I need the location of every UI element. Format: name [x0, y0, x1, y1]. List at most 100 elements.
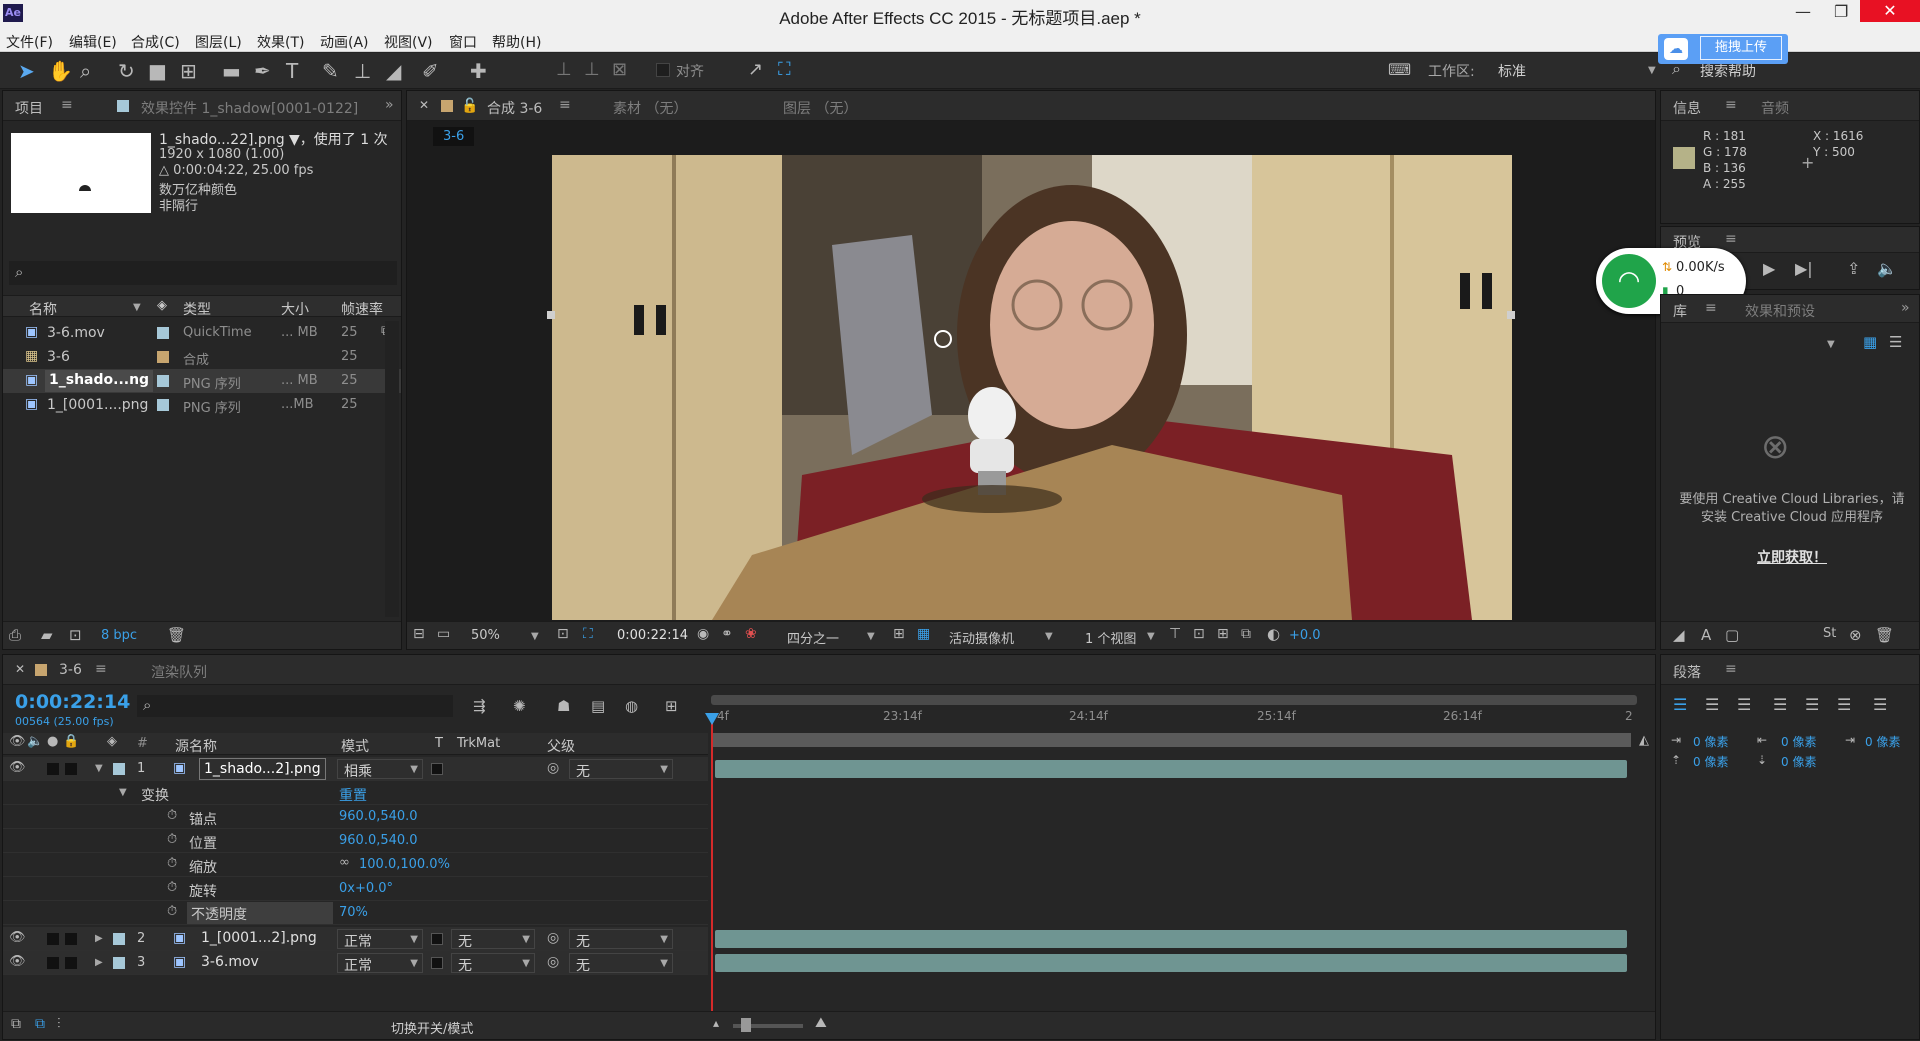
timeline-menu-icon[interactable]: ≡	[95, 661, 107, 677]
monitor-icon[interactable]: ▭	[437, 626, 450, 642]
lock-toggle[interactable]	[65, 763, 77, 775]
label-swatch[interactable]	[157, 375, 169, 387]
layer-switches-icon[interactable]: ⧉	[11, 1016, 21, 1032]
delete-icon[interactable]: 🗑	[1875, 626, 1894, 644]
preserve-transparency-toggle[interactable]	[431, 957, 443, 969]
close-tab-icon[interactable]: ✕	[15, 662, 25, 676]
layer-duration-bar[interactable]	[715, 760, 1627, 778]
menu-animation[interactable]: 动画(A)	[320, 32, 369, 52]
hand-tool-icon[interactable]: ✋	[48, 59, 73, 83]
toggle-pixel-aspect-icon[interactable]: ⊤	[1169, 626, 1181, 642]
blend-mode-select[interactable]: 相乘 ▼	[337, 759, 423, 780]
property-row-scale[interactable]: ⏱ 缩放 ∞ 100.0,100.0%	[3, 853, 708, 877]
zoom-out-icon[interactable]: ▴	[713, 1016, 719, 1030]
property-value[interactable]: 100.0,100.0%	[359, 857, 450, 872]
timeline-search-input[interactable]: ⌕	[137, 695, 453, 717]
show-snapshot-icon[interactable]: ⚭	[721, 626, 733, 642]
blend-mode-select[interactable]: 正常 ▼	[337, 953, 423, 974]
toggle-switches-modes-button[interactable]: 切换开关/模式	[391, 1018, 473, 1037]
menu-edit[interactable]: 编辑(E)	[69, 32, 117, 52]
tab-effects-presets[interactable]: 效果和预设	[1745, 301, 1815, 321]
property-value[interactable]: 960.0,540.0	[339, 809, 418, 824]
loop-icon[interactable]: ⇪	[1847, 259, 1860, 278]
add-text-icon[interactable]: A	[1701, 626, 1711, 644]
zoom-tool-icon[interactable]: ⌕	[80, 59, 91, 83]
grid-view-icon[interactable]: ▦	[1863, 333, 1877, 351]
selection-tool-icon[interactable]: ➤	[18, 59, 35, 83]
preserve-transparency-toggle[interactable]	[431, 763, 443, 775]
workspace-dropdown-icon[interactable]: ▼	[1648, 65, 1656, 76]
add-graphic-icon[interactable]: ▢	[1725, 626, 1739, 644]
rotate-tool-icon[interactable]: ↻	[118, 59, 135, 83]
layer-name[interactable]: 3-6.mov	[201, 954, 259, 970]
clone-stamp-tool-icon[interactable]: ⊥	[354, 59, 371, 83]
stopwatch-icon[interactable]: ⏱	[167, 880, 177, 895]
pan-behind-tool-icon[interactable]: ⊞	[180, 59, 197, 83]
always-preview-icon[interactable]: ⊟	[413, 626, 425, 642]
menu-help[interactable]: 帮助(H)	[492, 32, 541, 52]
speaker-icon[interactable]: 🔈	[1877, 259, 1897, 278]
resolution-select[interactable]: 四分之一	[787, 628, 839, 647]
trkmat-select[interactable]: 无 ▼	[451, 929, 535, 950]
interpret-footage-icon[interactable]: ⎙	[9, 626, 21, 644]
justify-right-icon[interactable]: ☰	[1837, 695, 1851, 714]
property-value[interactable]: 960.0,540.0	[339, 833, 418, 848]
property-row-rotation[interactable]: ⏱ 旋转 0x+0.0°	[3, 877, 708, 901]
transfer-controls-icon[interactable]: ⧉	[35, 1016, 45, 1032]
puppet-pin-tool-icon[interactable]: ✚	[470, 59, 487, 83]
first-line-indent-field[interactable]: 0 像素	[1865, 733, 1900, 750]
time-ruler[interactable]: 4f 23:14f 24:14f 25:14f 26:14f 2	[711, 707, 1637, 729]
comp-menu-icon[interactable]: ≡	[559, 97, 571, 113]
in-out-panes-icon[interactable]: ⫶	[57, 1016, 61, 1032]
menu-view[interactable]: 视图(V)	[384, 32, 433, 52]
anchor-point-handle[interactable]	[934, 330, 952, 348]
layer-row[interactable]: 👁 ▶ 3 ▣ 3-6.mov 正常 ▼ 无 ▼ ◎ 无 ▼	[3, 951, 708, 975]
layer-duration-bar[interactable]	[715, 954, 1627, 972]
expand-twirl-icon[interactable]: ▼	[119, 787, 127, 798]
axis-world-icon[interactable]: ⊥	[584, 59, 600, 80]
stopwatch-icon[interactable]: ⏱	[167, 808, 177, 823]
menu-file[interactable]: 文件(F)	[6, 32, 53, 52]
eraser-tool-icon[interactable]: ◢	[386, 59, 401, 83]
snap-grid-icon[interactable]: ⛶	[778, 59, 791, 80]
project-search-input[interactable]: ⌕	[9, 261, 397, 285]
comp-viewer-canvas[interactable]	[552, 155, 1512, 620]
views-dropdown-icon[interactable]: ▼	[1147, 631, 1155, 642]
align-checkbox[interactable]	[656, 63, 670, 77]
tab-paragraph[interactable]: 段落	[1673, 662, 1701, 682]
column-type[interactable]: 类型	[183, 299, 211, 319]
tab-timeline-comp[interactable]: 3-6	[59, 662, 82, 678]
layer-name[interactable]: 1_[0001...2].png	[201, 930, 317, 946]
zoom-slider-handle[interactable]	[741, 1018, 751, 1032]
visibility-eye-icon[interactable]: 👁	[9, 954, 26, 969]
space-before-field[interactable]: 0 像素	[1693, 753, 1728, 770]
justify-left-icon[interactable]: ☰	[1773, 695, 1787, 714]
pick-whip-icon[interactable]: ◎	[547, 760, 559, 776]
channel-icon[interactable]: ❀	[745, 626, 757, 642]
align-left-icon[interactable]: ☰	[1673, 695, 1687, 714]
rectangle-tool-icon[interactable]: ▬	[222, 59, 241, 83]
space-after-field[interactable]: 0 像素	[1781, 753, 1816, 770]
parent-select[interactable]: 无 ▼	[569, 759, 673, 780]
solo-toggle[interactable]	[47, 957, 59, 969]
lock-icon[interactable]: 🔓	[461, 98, 478, 114]
stopwatch-icon[interactable]: ⏱	[167, 904, 177, 919]
justify-all-icon[interactable]: ☰	[1873, 695, 1887, 714]
info-menu-icon[interactable]: ≡	[1725, 97, 1737, 113]
roto-brush-tool-icon[interactable]: ✐	[422, 59, 439, 83]
blend-mode-select[interactable]: 正常 ▼	[337, 929, 423, 950]
comp-breadcrumb[interactable]: 3-6	[433, 127, 475, 146]
camera-tool-icon[interactable]: ■	[148, 59, 167, 83]
layer-bounding-handle[interactable]	[1507, 311, 1515, 319]
visibility-eye-icon[interactable]: 👁	[9, 760, 26, 775]
pen-tool-icon[interactable]: ✒	[254, 59, 271, 83]
layer-label-swatch[interactable]	[113, 957, 125, 969]
constrain-proportions-icon[interactable]: ∞	[339, 855, 350, 870]
label-swatch[interactable]	[157, 351, 169, 363]
pick-whip-icon[interactable]: ◎	[547, 930, 559, 946]
zoom-dropdown-icon[interactable]: ▼	[531, 631, 539, 642]
panel-overflow-icon[interactable]: »	[385, 97, 394, 113]
stopwatch-icon[interactable]: ⏱	[167, 832, 177, 847]
stock-icon[interactable]: St	[1823, 626, 1836, 641]
mask-visibility-icon[interactable]: ⛶	[583, 626, 593, 642]
